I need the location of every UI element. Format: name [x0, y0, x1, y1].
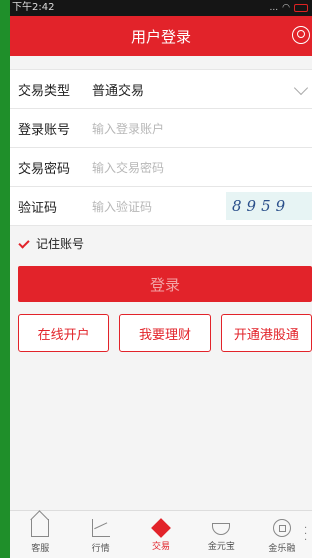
- coin-icon: [272, 519, 291, 537]
- signal-icon: ...: [269, 3, 279, 13]
- tab-label: 金乐融: [268, 544, 296, 554]
- tab-service[interactable]: 客服: [10, 511, 70, 558]
- password-label: 交易密码: [18, 161, 71, 177]
- captcha-row: 验证码 输入验证码 8959: [10, 187, 312, 226]
- wealth-button[interactable]: 我要理财: [119, 314, 211, 352]
- tab-jinyuanbao[interactable]: 金元宝: [191, 511, 251, 558]
- tab-jinlerong[interactable]: 金乐融: [252, 511, 312, 558]
- tab-market[interactable]: 行情: [70, 511, 130, 558]
- chevron-down-icon[interactable]: [293, 80, 309, 96]
- remember-account-label: 记住账号: [36, 237, 85, 251]
- user-icon[interactable]: [292, 26, 310, 44]
- captcha-image[interactable]: 8959: [226, 192, 312, 220]
- tab-label: 行情: [91, 544, 110, 554]
- tab-label: 金元宝: [207, 542, 235, 552]
- bottom-tab-bar: 客服 行情 交易 金元宝 金乐融: [10, 510, 312, 558]
- home-icon: [31, 519, 50, 537]
- account-row: 登录账号 输入登录账户: [10, 109, 312, 148]
- ingot-icon: [212, 523, 231, 535]
- remember-account-checkbox[interactable]: 记住账号: [18, 235, 84, 252]
- password-row: 交易密码 输入交易密码: [10, 148, 312, 187]
- account-input[interactable]: 输入登录账户: [84, 120, 164, 137]
- wifi-icon: ◠: [282, 3, 290, 13]
- chart-icon: [91, 519, 110, 537]
- battery-icon: [294, 4, 308, 12]
- account-label: 登录账号: [18, 122, 71, 138]
- app-header: 用户登录: [10, 16, 312, 56]
- trade-type-value[interactable]: 普通交易: [84, 80, 144, 99]
- tab-trade[interactable]: 交易: [131, 511, 191, 558]
- action-buttons: 在线开户 我要理财 开通港股通: [18, 314, 312, 352]
- open-account-button[interactable]: 在线开户: [18, 314, 110, 352]
- trade-icon: [151, 518, 171, 538]
- captcha-label: 验证码: [18, 200, 58, 216]
- captcha-input[interactable]: 输入验证码: [84, 198, 152, 215]
- hk-connect-button[interactable]: 开通港股通: [220, 314, 312, 352]
- page-title: 用户登录: [130, 27, 191, 46]
- tab-label: 交易: [152, 542, 171, 552]
- status-time: 下午2:42: [12, 2, 55, 13]
- more-dots-icon[interactable]: · · ·: [304, 524, 308, 546]
- checkmark-icon[interactable]: [18, 238, 30, 250]
- login-form: 交易类型 普通交易 登录账号 输入登录账户 交易密码 输入交易密码 验证码 输入…: [10, 69, 312, 226]
- trade-type-select[interactable]: 交易类型 普通交易: [10, 70, 312, 109]
- status-icons: ... ◠: [270, 0, 308, 16]
- login-button[interactable]: 登录: [18, 266, 312, 302]
- trade-type-label: 交易类型: [18, 83, 71, 99]
- password-input[interactable]: 输入交易密码: [84, 159, 164, 176]
- tab-label: 客服: [31, 544, 50, 554]
- status-bar: 下午2:42 ... ◠: [10, 0, 312, 16]
